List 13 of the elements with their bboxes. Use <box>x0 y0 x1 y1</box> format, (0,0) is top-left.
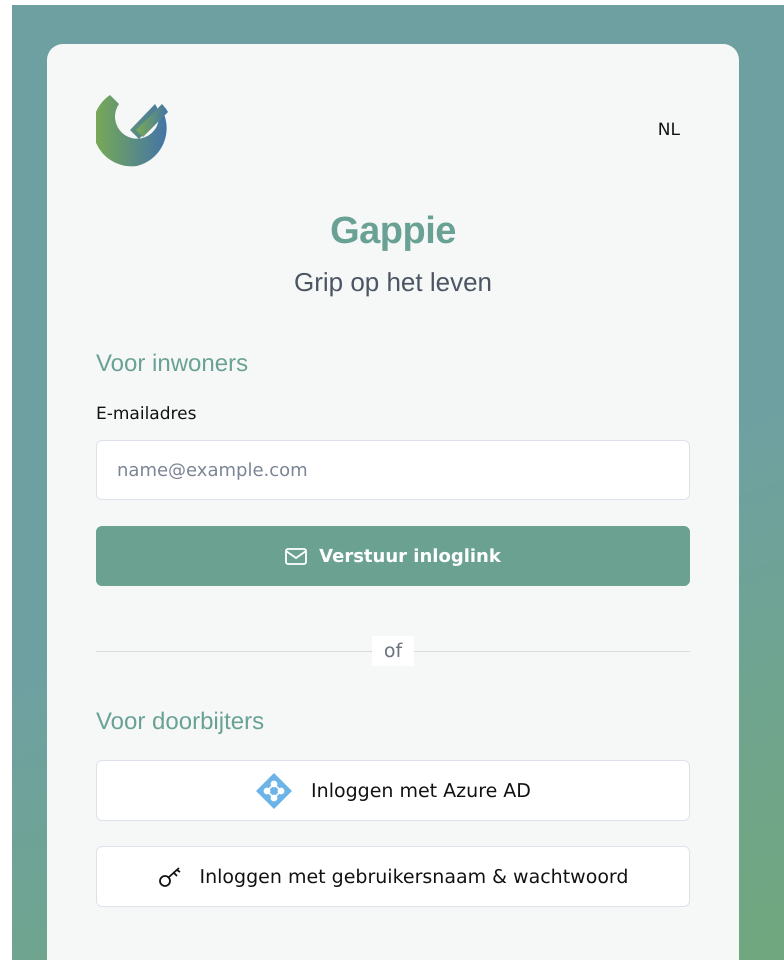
language-button[interactable]: NL <box>658 120 690 140</box>
app-tagline: Grip op het leven <box>292 267 493 298</box>
section-heading: Voor inwoners <box>96 350 250 378</box>
email-field[interactable]: name@example.com <box>96 440 690 500</box>
divider-label: of <box>372 636 414 666</box>
section-heading: Voor doorbijters <box>96 708 266 736</box>
login-button[interactable]: Inloggen met gebruikersnaam & wachtwoord <box>96 846 690 907</box>
diamond-network-icon <box>255 772 294 810</box>
login-button[interactable]: Inloggen met Azure AD <box>96 760 690 821</box>
app-title: Gappie <box>329 210 457 253</box>
mail-icon <box>285 548 308 564</box>
field-label: E-mailadres <box>96 404 198 424</box>
key-icon <box>158 866 182 888</box>
